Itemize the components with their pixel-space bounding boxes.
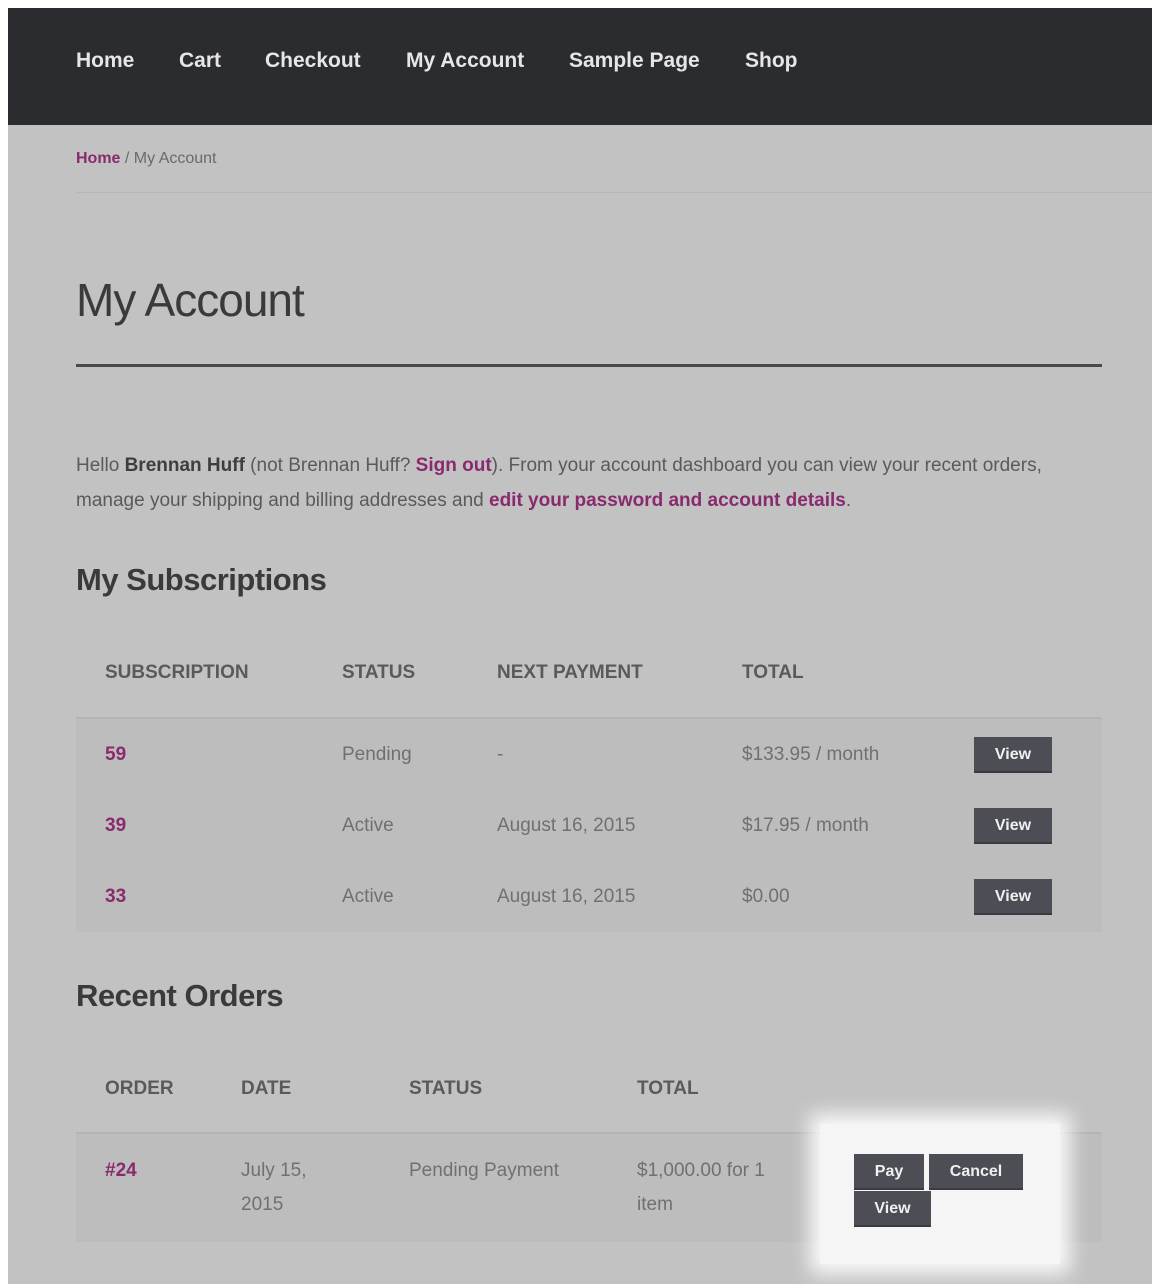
pay-order-button[interactable]: Pay xyxy=(854,1154,924,1190)
breadcrumb-home-link[interactable]: Home xyxy=(76,150,120,167)
breadcrumb: Home / My Account xyxy=(76,148,217,170)
view-subscription-button[interactable]: View xyxy=(974,879,1052,915)
top-navigation: Home Cart Checkout My Account Sample Pag… xyxy=(8,8,1152,125)
subscription-status: Pending xyxy=(342,744,412,765)
intro-not-user: (not Brennan Huff? xyxy=(244,455,416,476)
page-title: My Account xyxy=(76,274,305,326)
intro-end: . xyxy=(845,490,852,511)
nav-item-home[interactable]: Home xyxy=(76,48,134,74)
sign-out-link[interactable]: Sign out xyxy=(416,455,492,476)
order-number-link[interactable]: #24 xyxy=(105,1154,137,1188)
subscription-status: Active xyxy=(342,886,394,907)
subscription-next-payment: August 16, 2015 xyxy=(497,886,636,907)
subscription-total: $133.95 / month xyxy=(742,744,880,765)
breadcrumb-current: My Account xyxy=(133,150,217,167)
column-header-date: DATE xyxy=(241,1078,292,1099)
title-divider xyxy=(76,364,1102,367)
subscriptions-table-header: SUBSCRIPTION STATUS NEXT PAYMENT TOTAL xyxy=(76,650,1102,696)
order-total: $1,000.00 for 1 item xyxy=(637,1154,765,1222)
column-header-total: TOTAL xyxy=(637,1078,699,1099)
column-header-status: STATUS xyxy=(342,662,416,683)
nav-item-my-account[interactable]: My Account xyxy=(406,48,524,74)
subscriptions-table-body: 59 Pending - $133.95 / month View 39 Act… xyxy=(76,719,1102,932)
subscription-total: $0.00 xyxy=(742,886,790,907)
column-header-subscription: SUBSCRIPTION xyxy=(105,662,249,683)
table-row: 39 Active August 16, 2015 $17.95 / month… xyxy=(76,790,1102,861)
nav-item-checkout[interactable]: Checkout xyxy=(265,48,361,74)
view-order-button[interactable]: View xyxy=(854,1191,931,1227)
breadcrumb-separator: / xyxy=(120,150,134,167)
cancel-order-button[interactable]: Cancel xyxy=(929,1154,1023,1190)
account-intro-text: Hello Brennan Huff (not Brennan Huff? Si… xyxy=(76,448,1106,518)
subscription-total: $17.95 / month xyxy=(742,815,869,836)
subscription-id-link[interactable]: 39 xyxy=(105,814,126,838)
column-header-order: ORDER xyxy=(105,1078,174,1099)
subscription-status: Active xyxy=(342,815,394,836)
order-total-line: $1,000.00 for 1 xyxy=(637,1160,765,1181)
order-total-line: item xyxy=(637,1194,673,1215)
view-subscription-button[interactable]: View xyxy=(974,737,1052,773)
subscription-next-payment: - xyxy=(497,744,504,765)
nav-item-shop[interactable]: Shop xyxy=(745,48,798,74)
subscription-id-link[interactable]: 59 xyxy=(105,743,126,767)
nav-item-sample-page[interactable]: Sample Page xyxy=(569,48,700,74)
table-row: 33 Active August 16, 2015 $0.00 View xyxy=(76,861,1102,932)
subscription-next-payment: August 16, 2015 xyxy=(497,815,636,836)
edit-account-details-link[interactable]: edit your password and account details xyxy=(489,490,846,511)
breadcrumb-divider xyxy=(76,192,1152,193)
page: Home Cart Checkout My Account Sample Pag… xyxy=(8,8,1152,1284)
recent-orders-heading: Recent Orders xyxy=(76,978,284,1013)
nav-item-cart[interactable]: Cart xyxy=(179,48,221,74)
column-header-status: STATUS xyxy=(409,1078,483,1099)
user-name: Brennan Huff xyxy=(124,455,245,476)
subscriptions-heading: My Subscriptions xyxy=(76,562,327,597)
orders-table-header: ORDER DATE STATUS TOTAL xyxy=(76,1066,1102,1112)
order-date: July 15, 2015 xyxy=(241,1154,306,1222)
intro-hello: Hello xyxy=(76,455,125,476)
order-date-line: 2015 xyxy=(241,1194,284,1215)
order-date-line: July 15, xyxy=(241,1160,307,1181)
view-subscription-button[interactable]: View xyxy=(974,808,1052,844)
column-header-total: TOTAL xyxy=(742,662,804,683)
column-header-next-payment: NEXT PAYMENT xyxy=(497,662,643,683)
subscription-id-link[interactable]: 33 xyxy=(105,885,126,909)
order-status: Pending Payment xyxy=(409,1160,559,1181)
table-row: 59 Pending - $133.95 / month View xyxy=(76,719,1102,790)
